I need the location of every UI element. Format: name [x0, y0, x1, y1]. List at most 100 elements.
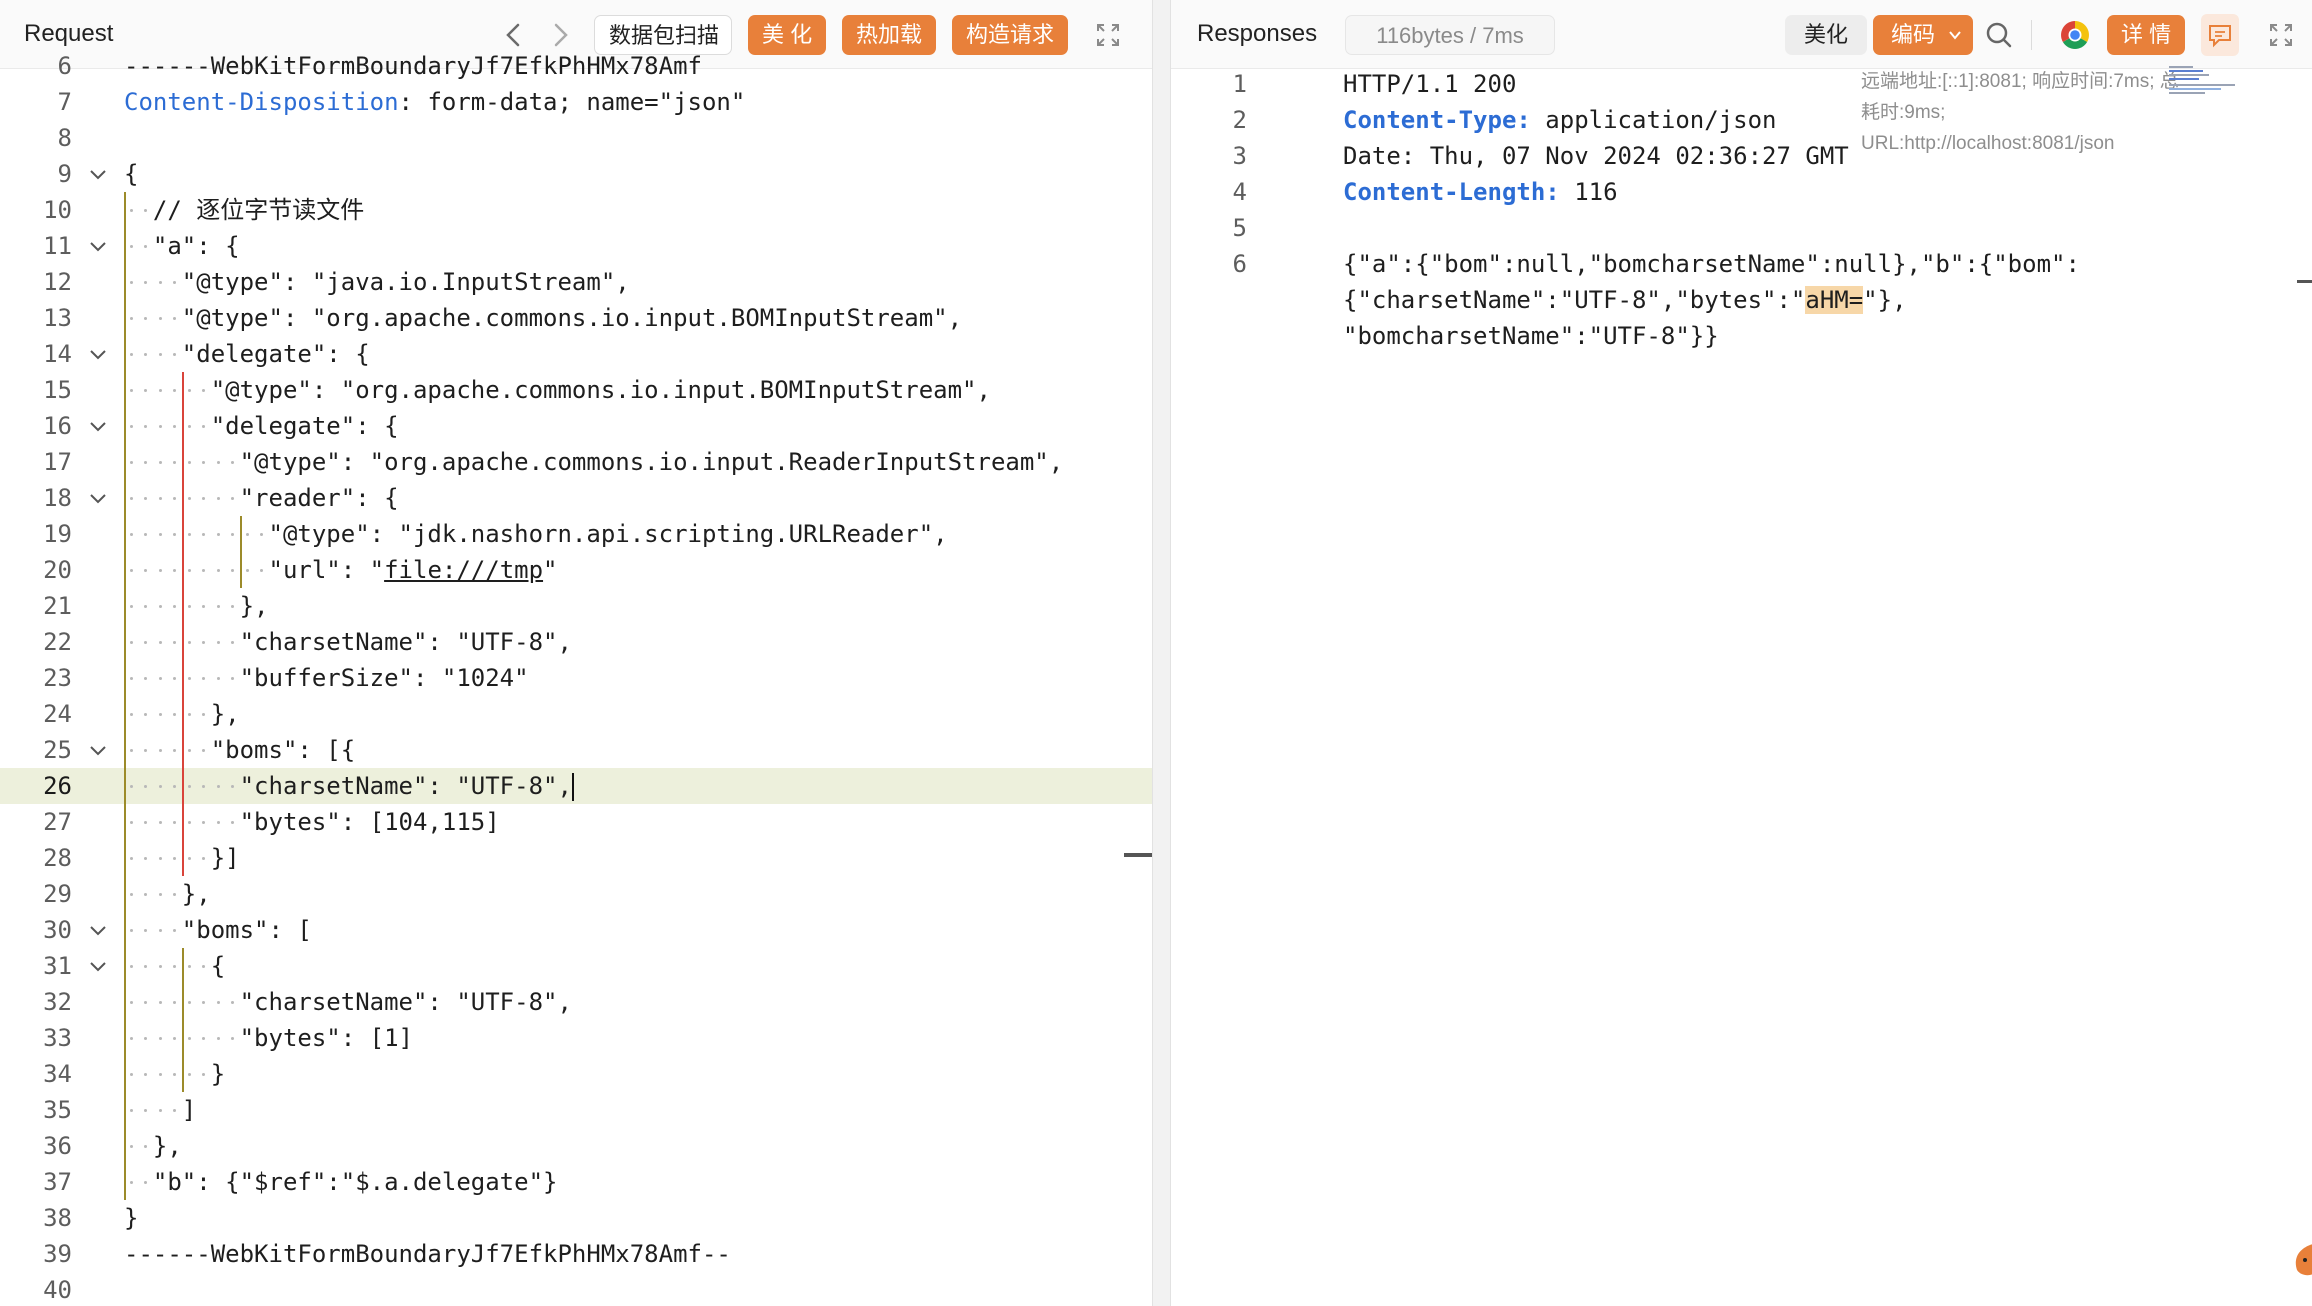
- minimap[interactable]: [2169, 66, 2239, 100]
- fold-chevron-icon[interactable]: [88, 488, 108, 508]
- whitespace-dot: [187, 749, 191, 752]
- code-line[interactable]: 38}: [0, 1200, 1152, 1236]
- whitespace-dot: [187, 461, 191, 464]
- encoding-dropdown[interactable]: 编码: [1873, 15, 1973, 55]
- code-line[interactable]: 31 {: [0, 948, 1152, 984]
- code-line[interactable]: 7 Content-Disposition: form-data; name="j…: [0, 84, 1152, 120]
- response-editor[interactable]: 1 HTTP/1.1 200 2 Content-Type: application/…: [1171, 66, 2312, 1306]
- whitespace-dot: [216, 821, 220, 824]
- code-line[interactable]: 10 // 逐位字节读文件: [0, 192, 1152, 228]
- whitespace-dot: [130, 209, 133, 212]
- line-number: 13: [43, 304, 72, 332]
- response-line[interactable]: 6 {"a":{"bom":null,"bomcharsetName":null}…: [1171, 246, 2312, 282]
- response-line[interactable]: 4 Content-Length: 116: [1171, 174, 2312, 210]
- whitespace-dot: [130, 569, 133, 572]
- scroll-marker[interactable]: [2297, 280, 2312, 283]
- mascot-icon: [2289, 1240, 2312, 1280]
- whitespace-dot: [187, 821, 191, 824]
- code-line[interactable]: 32 "charsetName": "UTF-8",: [0, 984, 1152, 1020]
- whitespace-dot: [158, 1037, 162, 1040]
- fold-chevron-icon[interactable]: [88, 236, 108, 256]
- response-info: 远端地址:[::1]:8081; 响应时间:7ms; 总耗时:9ms; URL:…: [1861, 71, 2179, 154]
- line-number: 23: [43, 664, 72, 692]
- fold-chevron-icon[interactable]: [88, 920, 108, 940]
- whitespace-dot: [130, 677, 133, 680]
- line-number: 38: [43, 1204, 72, 1232]
- code-line[interactable]: 24 },: [0, 696, 1152, 732]
- line-number: 26: [43, 772, 72, 800]
- response-line[interactable]: "bomcharsetName":"UTF-8"}}: [1171, 318, 2312, 354]
- request-editor[interactable]: 6 ------WebKitFormBoundaryJf7EfkPhHMx78Am…: [0, 52, 1152, 1306]
- line-number: 31: [43, 952, 72, 980]
- whitespace-dot: [158, 857, 162, 860]
- comment-icon[interactable]: [2201, 14, 2239, 56]
- code-line[interactable]: 12 "@type": "java.io.InputStream",: [0, 264, 1152, 300]
- code-line[interactable]: 6 ------WebKitFormBoundaryJf7EfkPhHMx78Am…: [0, 48, 1152, 84]
- search-icon[interactable]: [1979, 15, 2019, 55]
- response-line[interactable]: {"charsetName":"UTF-8","bytes":"aHM="},: [1171, 282, 2312, 318]
- code-line[interactable]: 17 "@type": "org.apache.commons.io.input…: [0, 444, 1152, 480]
- code-text: },: [124, 880, 211, 908]
- response-header: Responses 116bytes / 7ms 美化 编码 详 情: [1171, 0, 2312, 69]
- whitespace-dot: [187, 497, 191, 500]
- request-title: Request: [24, 20, 114, 47]
- fold-chevron-icon[interactable]: [88, 164, 108, 184]
- code-line[interactable]: 34 }: [0, 1056, 1152, 1092]
- response-text: {"charsetName":"UTF-8","bytes":"aHM="},: [1343, 286, 1907, 314]
- code-line[interactable]: 33 "bytes": [1]: [0, 1020, 1152, 1056]
- fold-chevron-icon[interactable]: [88, 344, 108, 364]
- code-text: "reader": {: [124, 484, 399, 512]
- code-line[interactable]: 13 "@type": "org.apache.commons.io.input…: [0, 300, 1152, 336]
- code-line[interactable]: 40: [0, 1272, 1152, 1306]
- editor-scroll-marker[interactable]: [1124, 853, 1152, 857]
- line-number: 30: [43, 916, 72, 944]
- code-text: "@type": "org.apache.commons.io.input.BO…: [124, 304, 963, 332]
- whitespace-dot: [130, 641, 133, 644]
- code-line[interactable]: 36 },: [0, 1128, 1152, 1164]
- code-text: // 逐位字节读文件: [124, 196, 365, 224]
- line-number: 7: [57, 88, 72, 116]
- response-beautify-button[interactable]: 美化: [1785, 15, 1867, 55]
- line-number: 33: [43, 1024, 72, 1052]
- code-line[interactable]: 35 ]: [0, 1092, 1152, 1128]
- code-line[interactable]: 28 }]: [0, 840, 1152, 876]
- fold-chevron-icon[interactable]: [88, 956, 108, 976]
- code-line[interactable]: 18 "reader": {: [0, 480, 1152, 516]
- line-number: 40: [43, 1276, 72, 1304]
- code-line[interactable]: 39 ------WebKitFormBoundaryJf7EfkPhHMx78A…: [0, 1236, 1152, 1272]
- response-fullscreen-icon[interactable]: [2261, 15, 2301, 55]
- code-line[interactable]: 25 "boms": [{: [0, 732, 1152, 768]
- line-number: 35: [43, 1096, 72, 1124]
- code-line[interactable]: 19 "@type": "jdk.nashorn.api.scripting.U…: [0, 516, 1152, 552]
- code-line[interactable]: 23 "bufferSize": "1024": [0, 660, 1152, 696]
- code-line[interactable]: 15 "@type": "org.apache.commons.io.input…: [0, 372, 1152, 408]
- fold-chevron-icon[interactable]: [88, 740, 108, 760]
- whitespace-dot: [216, 1037, 220, 1040]
- code-line[interactable]: 22 "charsetName": "UTF-8",: [0, 624, 1152, 660]
- code-line[interactable]: 20 "url": "file:///tmp": [0, 552, 1152, 588]
- code-text: "bufferSize": "1024": [124, 664, 529, 692]
- code-line[interactable]: 37 "b": {"$ref":"$.a.delegate"}: [0, 1164, 1152, 1200]
- code-line[interactable]: 9{: [0, 156, 1152, 192]
- code-text: "charsetName": "UTF-8",: [124, 988, 572, 1016]
- line-number: 24: [43, 700, 72, 728]
- response-line[interactable]: 5: [1171, 210, 2312, 246]
- code-line[interactable]: 27 "bytes": [104,115]: [0, 804, 1152, 840]
- code-line[interactable]: 11 "a": {: [0, 228, 1152, 264]
- response-text: Date: Thu, 07 Nov 2024 02:36:27 GMT: [1343, 142, 1849, 170]
- chevron-down-icon: [1949, 31, 1961, 40]
- line-number: 8: [57, 124, 72, 152]
- line-number: 22: [43, 628, 72, 656]
- whitespace-dot: [130, 1073, 133, 1076]
- code-line[interactable]: 16 "delegate": {: [0, 408, 1152, 444]
- code-line[interactable]: 26 "charsetName": "UTF-8",: [0, 768, 1152, 804]
- details-button[interactable]: 详 情: [2107, 15, 2185, 55]
- fold-chevron-icon[interactable]: [88, 416, 108, 436]
- code-line[interactable]: 29 },: [0, 876, 1152, 912]
- chrome-icon[interactable]: [2055, 15, 2095, 55]
- code-line[interactable]: 8: [0, 120, 1152, 156]
- code-line[interactable]: 14 "delegate": {: [0, 336, 1152, 372]
- line-number: 20: [43, 556, 72, 584]
- code-line[interactable]: 30 "boms": [: [0, 912, 1152, 948]
- code-line[interactable]: 21 },: [0, 588, 1152, 624]
